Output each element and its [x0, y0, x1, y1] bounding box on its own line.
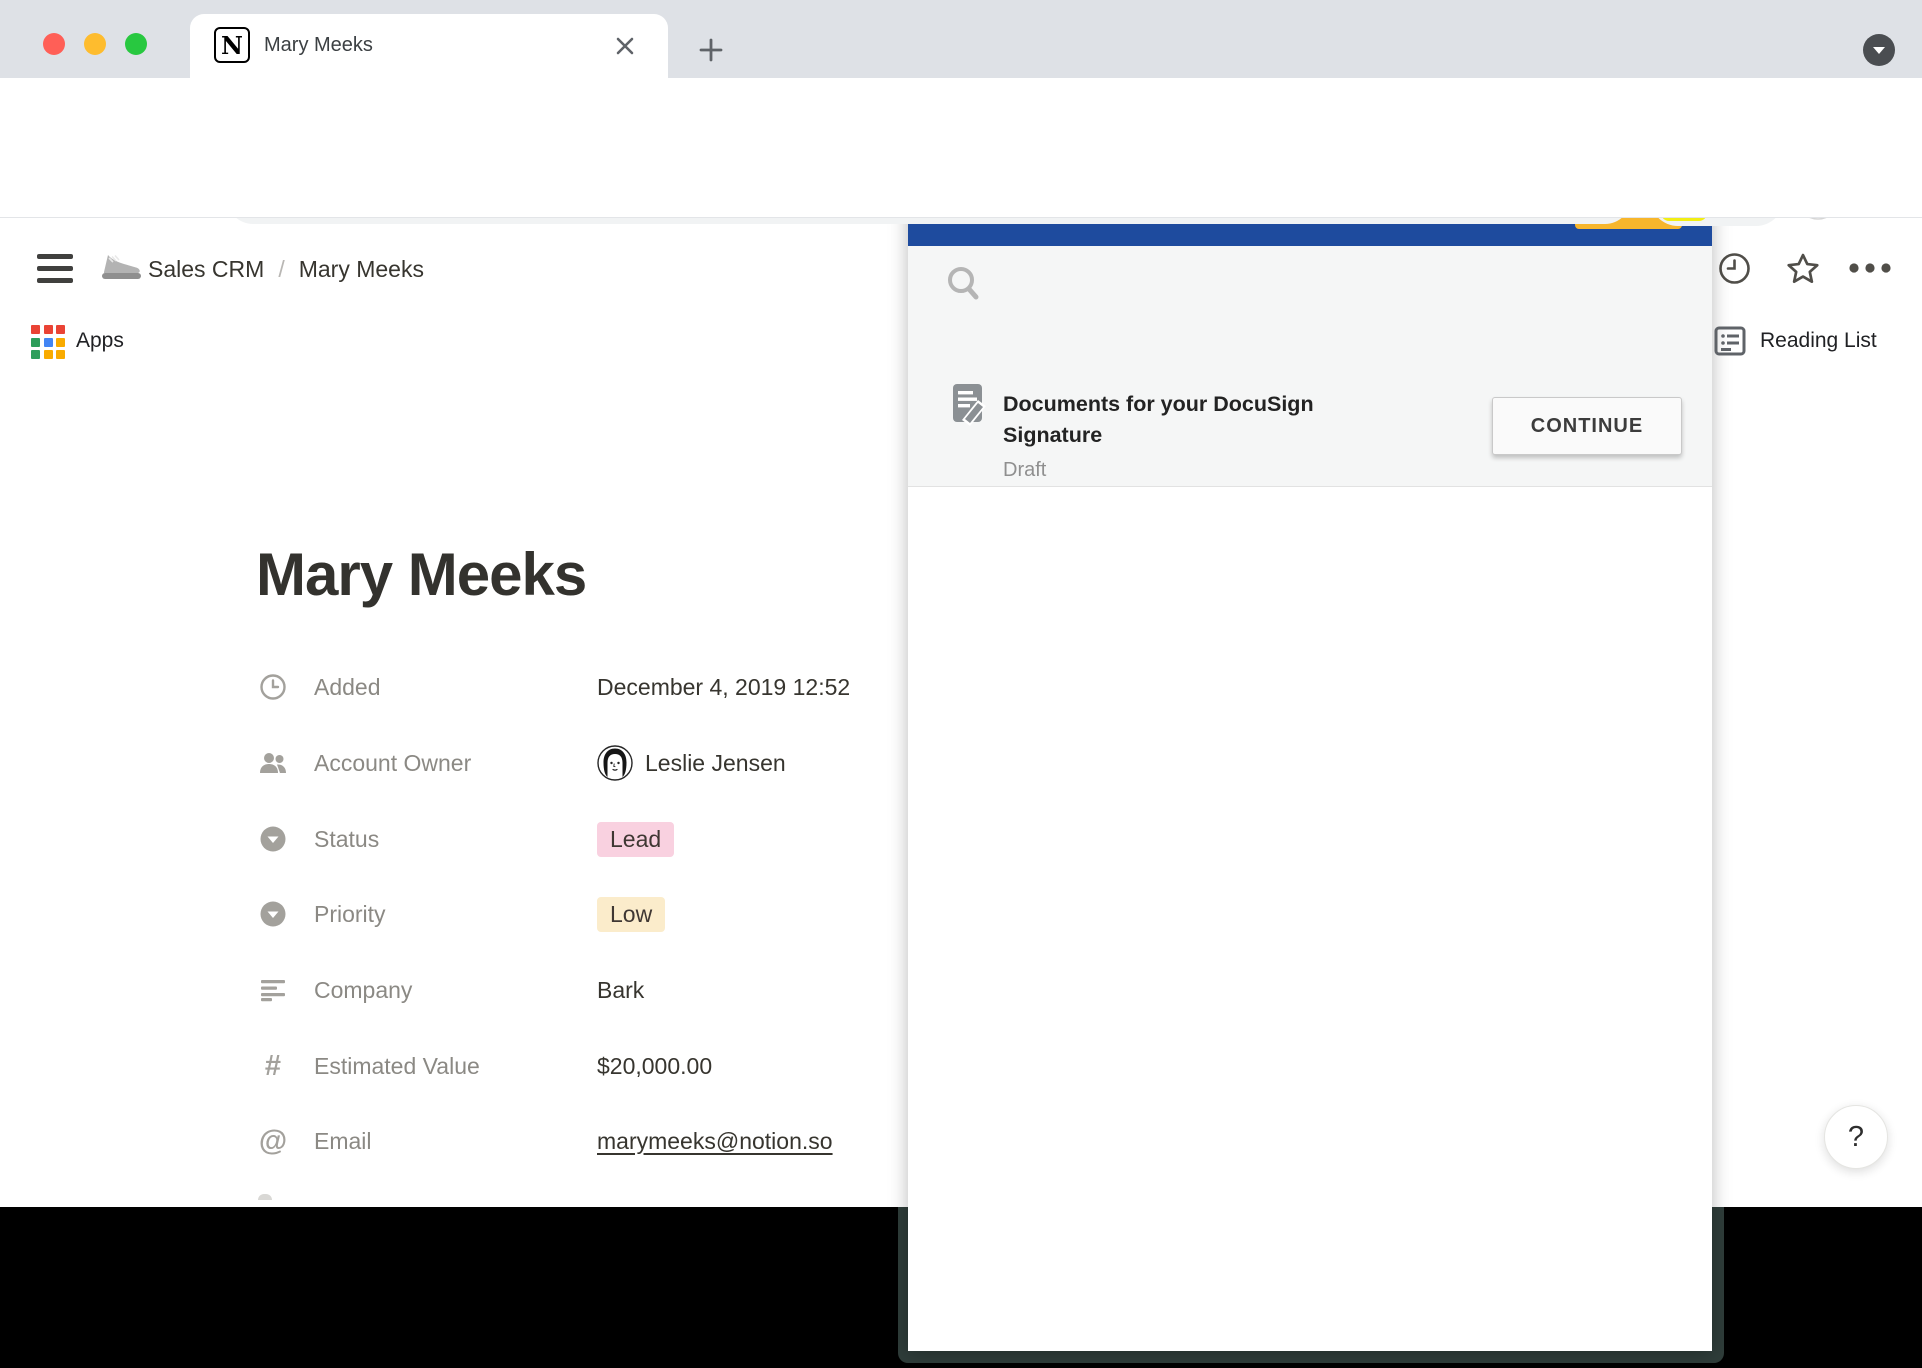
browser-tab[interactable]: N Mary Meeks [190, 14, 668, 78]
select-chevron-icon [256, 900, 290, 928]
property-row-estimated-value[interactable]: # Estimated Value $20,000.00 [256, 1044, 916, 1088]
priority-tag[interactable]: Low [597, 897, 665, 932]
bookmarks-bar: Apps Reading List [0, 155, 1922, 218]
apps-grid-icon[interactable] [31, 325, 65, 359]
sneaker-page-icon[interactable] [98, 246, 144, 288]
apps-shortcut[interactable]: Apps [76, 329, 124, 353]
document-row[interactable]: Documents for your DocuSign Signature Dr… [908, 341, 1712, 487]
search-icon[interactable] [946, 266, 982, 304]
property-value-owner[interactable]: Leslie Jensen [597, 745, 786, 781]
property-value-added[interactable]: December 4, 2019 12:52 [597, 674, 850, 701]
window-close-button[interactable] [43, 33, 65, 55]
clipped-property-icon [258, 1194, 272, 1200]
email-link[interactable]: marymeeks@notion.so [597, 1128, 833, 1155]
property-row-email[interactable]: @ Email marymeeks@notion.so [256, 1119, 916, 1163]
property-row-priority[interactable]: Priority Low [256, 892, 916, 936]
notion-favicon: N [214, 27, 250, 63]
window-minimize-button[interactable] [84, 33, 106, 55]
breadcrumb-parent[interactable]: Sales CRM [148, 256, 264, 282]
page-more-ellipsis-icon[interactable] [1847, 262, 1895, 274]
document-title[interactable]: Documents for your DocuSign Signature [1003, 389, 1333, 451]
person-icon [256, 749, 290, 777]
select-chevron-icon [256, 825, 290, 853]
tab-close-icon[interactable] [614, 35, 636, 57]
tab-strip: N Mary Meeks [0, 0, 1922, 78]
docusign-list-section: Documents for your DocuSign Signature Dr… [908, 246, 1712, 487]
tab-title: Mary Meeks [264, 34, 373, 57]
property-row-status[interactable]: Status Lead [256, 817, 916, 861]
text-align-icon [256, 978, 290, 1002]
reading-list-icon[interactable] [1712, 323, 1748, 359]
property-value-company[interactable]: Bark [597, 977, 644, 1004]
continue-button[interactable]: CONTINUE [1492, 397, 1682, 455]
new-tab-button[interactable] [697, 36, 725, 64]
property-row-account-owner[interactable]: Account Owner Leslie Jensen [256, 741, 916, 785]
window-zoom-button[interactable] [125, 33, 147, 55]
property-row-added[interactable]: Added December 4, 2019 12:52 [256, 665, 916, 709]
at-sign-icon: @ [256, 1125, 290, 1158]
sidebar-toggle-icon[interactable] [37, 254, 73, 290]
number-hash-icon: # [256, 1050, 290, 1083]
owner-avatar [597, 745, 633, 781]
breadcrumb: Sales CRM/Mary Meeks [148, 256, 424, 283]
breadcrumb-current[interactable]: Mary Meeks [299, 256, 424, 282]
clock-icon [256, 673, 290, 701]
help-button[interactable]: ? [1824, 1105, 1888, 1169]
page-history-clock-icon[interactable] [1718, 252, 1751, 285]
document-pencil-icon [952, 383, 988, 427]
status-tag[interactable]: Lead [597, 822, 674, 857]
property-row-company[interactable]: Company Bark [256, 968, 916, 1012]
reading-list-label[interactable]: Reading List [1760, 329, 1877, 353]
document-status: Draft [1003, 459, 1046, 482]
property-value-estimate[interactable]: $20,000.00 [597, 1053, 712, 1080]
page-favorite-star-icon[interactable] [1784, 250, 1822, 288]
docusign-panel: ALL DOCUMENTS NEW Documents for you [908, 151, 1712, 1351]
page-title[interactable]: Mary Meeks [256, 540, 586, 609]
browser-toolbar: notion.so/camacme/Mary-Meeks-2219a2de94f… [0, 78, 1922, 155]
tab-search-chevron-icon[interactable] [1863, 34, 1895, 66]
